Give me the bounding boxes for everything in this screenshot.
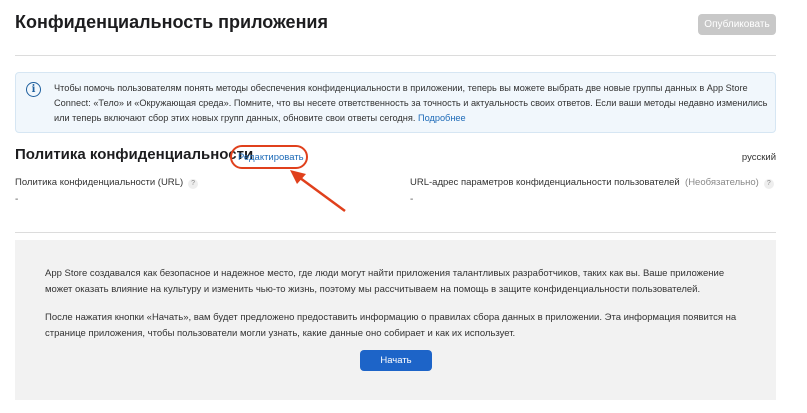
info-icon: i: [26, 82, 41, 97]
help-icon[interactable]: ?: [763, 179, 774, 189]
privacy-url-label: Политика конфиденциальности (URL)?: [15, 177, 199, 189]
annotation-arrow-icon: [290, 170, 346, 213]
info-text: Чтобы помочь пользователям понять методы…: [54, 83, 768, 123]
optional-label: (Необязательно): [685, 177, 759, 188]
privacy-url-value: -: [15, 194, 19, 205]
learn-more-link[interactable]: Подробнее: [418, 113, 466, 123]
privacy-choices-value: -: [410, 194, 414, 205]
intro-paragraph: После нажатия кнопки «Начать», вам будет…: [45, 312, 737, 339]
label-text: URL-адрес параметров конфиденциальности …: [410, 177, 680, 188]
section-title: Политика конфиденциальности: [15, 146, 254, 163]
language-label: русский: [741, 152, 776, 163]
page-title: Конфиденциальность приложения: [15, 12, 329, 32]
get-started-panel: App Store создавался как безопасное и на…: [15, 240, 776, 400]
label-text: Политика конфиденциальности (URL): [15, 177, 184, 188]
divider: [15, 232, 776, 233]
publish-button[interactable]: Опубликовать: [698, 14, 776, 35]
help-icon[interactable]: ?: [188, 179, 199, 189]
intro-paragraph: App Store создавался как безопасное и на…: [45, 268, 725, 295]
start-button[interactable]: Начать: [360, 350, 432, 371]
divider: [15, 55, 776, 56]
privacy-choices-label: URL-адрес параметров конфиденциальности …: [410, 177, 774, 189]
info-banner: i Чтобы помочь пользователям понять мето…: [15, 72, 776, 133]
